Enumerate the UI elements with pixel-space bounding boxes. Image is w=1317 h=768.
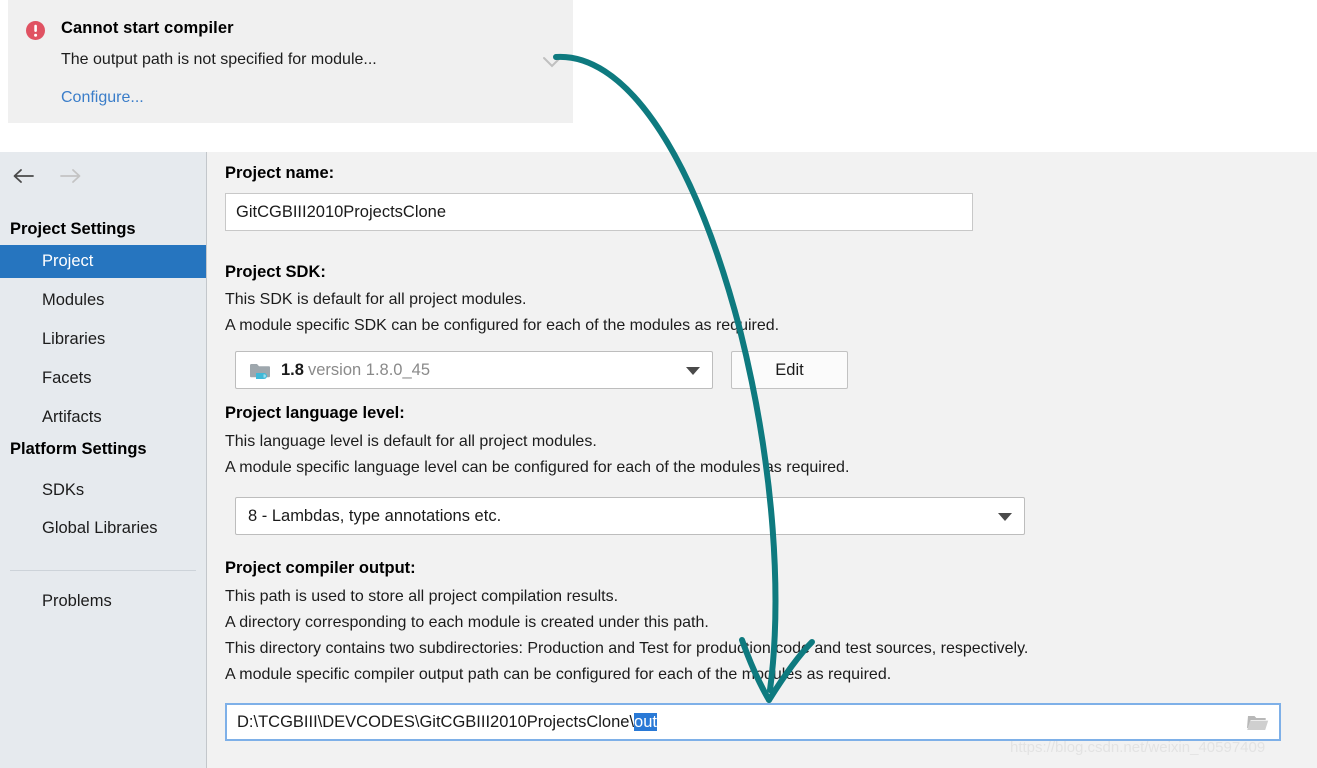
language-level-desc-1: This language level is default for all p… [225,433,597,450]
sidebar-divider [10,570,196,571]
sidebar-item-modules[interactable]: Modules [0,284,206,317]
sdk-version-full: version 1.8.0_45 [308,361,431,379]
error-circle-icon [26,21,45,40]
language-level-value: 8 - Lambdas, type annotations etc. [248,506,502,525]
sidebar-item-artifacts[interactable]: Artifacts [0,401,206,434]
site-watermark: https://blog.csdn.net/weixin_40597409 [1010,739,1266,756]
compiler-output-desc-1: This path is used to store all project c… [225,588,619,605]
arrow-right-icon[interactable] [55,164,85,188]
compiler-output-path-selection: out [634,713,657,731]
project-sdk-combobox[interactable]: 1.8 version 1.8.0_45 [235,351,713,389]
sidebar-item-sdks[interactable]: SDKs [0,474,206,507]
project-structure-dialog: Project Settings Project Modules Librari… [0,152,1317,768]
edit-sdk-button[interactable]: Edit [731,351,848,389]
notification-message: The output path is not specified for mod… [61,51,377,68]
sidebar-item-global-libraries[interactable]: Global Libraries [0,512,206,545]
arrow-left-icon[interactable] [10,164,40,188]
compiler-output-desc-2: A directory corresponding to each module… [225,614,709,631]
project-sdk-desc-1: This SDK is default for all project modu… [225,291,527,308]
project-name-label: Project name: [225,164,335,182]
compiler-output-desc-4: A module specific compiler output path c… [225,666,892,683]
compiler-output-path-text: D:\TCGBIII\DEVCODES\GitCGBIII2010Project… [237,711,657,733]
sidebar-group-project-settings: Project Settings [10,220,136,238]
notification-title: Cannot start compiler [61,19,234,37]
sidebar-group-platform-settings: Platform Settings [10,440,147,458]
sidebar-navigation [0,164,207,198]
chevron-down-icon[interactable] [998,513,1012,521]
project-settings-panel: Project name: GitCGBIII2010ProjectsClone… [207,152,1317,768]
language-level-combobox[interactable]: 8 - Lambdas, type annotations etc. [235,497,1025,535]
chevron-down-icon[interactable] [686,367,700,375]
compiler-output-path-prefix: D:\TCGBIII\DEVCODES\GitCGBIII2010Project… [237,713,635,731]
sidebar-item-project[interactable]: Project [0,245,206,278]
configure-link[interactable]: Configure... [61,89,144,107]
language-level-desc-2: A module specific language level can be … [225,459,850,476]
chevron-down-icon[interactable] [541,52,563,74]
compiler-output-desc-3: This directory contains two subdirectori… [225,640,1029,657]
compiler-output-path-input[interactable]: D:\TCGBIII\DEVCODES\GitCGBIII2010Project… [225,703,1281,741]
compiler-output-label: Project compiler output: [225,559,416,577]
settings-sidebar: Project Settings Project Modules Librari… [0,152,207,768]
java-sdk-folder-icon [249,359,271,381]
project-name-input[interactable]: GitCGBIII2010ProjectsClone [225,193,973,231]
project-sdk-desc-2: A module specific SDK can be configured … [225,317,780,334]
compiler-error-notification: Cannot start compiler The output path is… [8,0,573,123]
language-level-label: Project language level: [225,404,405,422]
sdk-version-short: 1.8 [281,361,304,379]
project-sdk-label: Project SDK: [225,263,326,281]
sidebar-item-facets[interactable]: Facets [0,362,206,395]
sidebar-item-problems[interactable]: Problems [0,585,206,618]
sidebar-item-libraries[interactable]: Libraries [0,323,206,356]
folder-open-icon[interactable] [1247,713,1269,731]
project-name-value: GitCGBIII2010ProjectsClone [236,202,447,221]
